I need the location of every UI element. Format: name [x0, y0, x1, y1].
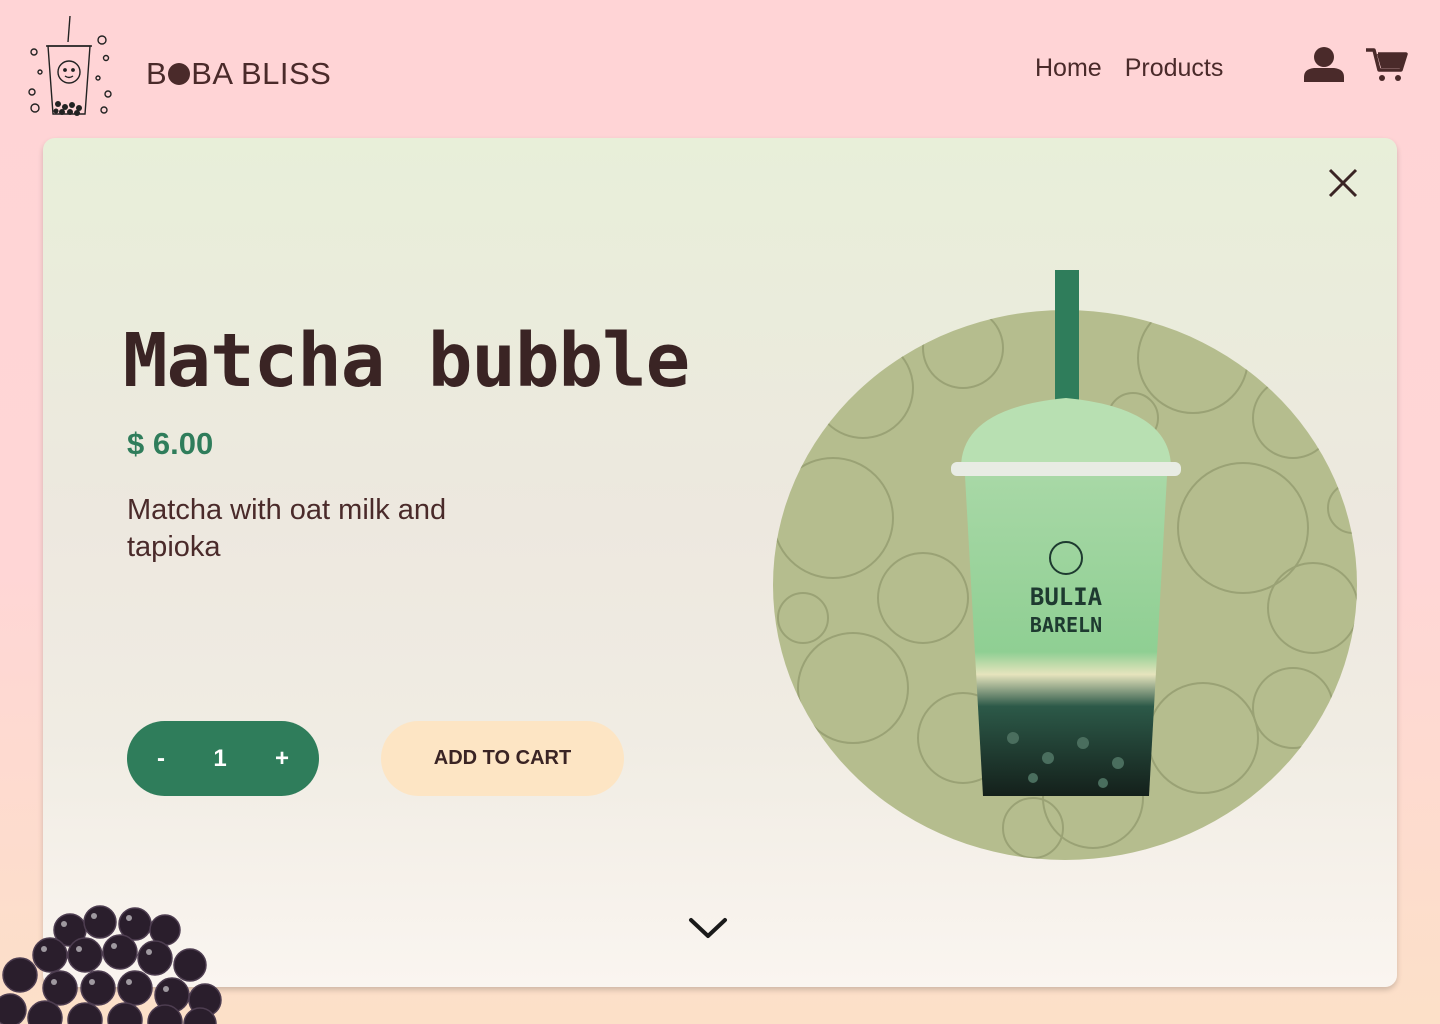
quantity-stepper: - 1 + — [127, 721, 319, 796]
close-icon[interactable] — [1326, 166, 1360, 200]
brand-suffix: BA BLISS — [191, 56, 332, 91]
cup-label-line2: BARELN — [1030, 613, 1102, 637]
main-nav: Home Products — [1035, 54, 1223, 83]
boba-cup-logo-icon — [28, 15, 112, 116]
brand-dot — [168, 63, 191, 85]
quantity-value: 1 — [213, 744, 227, 772]
add-to-cart-button[interactable]: ADD TO CART — [381, 721, 624, 796]
increment-button[interactable]: + — [275, 745, 289, 773]
cup-label-line1: BULIA — [1030, 583, 1103, 611]
cart-icon[interactable] — [1364, 44, 1408, 84]
product-image: BULIA BARELN — [773, 270, 1357, 860]
brand-name[interactable]: B BA BLISS — [146, 56, 331, 92]
nav-home-link[interactable]: Home — [1035, 54, 1102, 83]
nav-products-link[interactable]: Products — [1125, 54, 1224, 83]
product-card: Matcha bubble $ 6.00 Matcha with oat mil… — [43, 138, 1397, 987]
user-icon[interactable] — [1302, 44, 1346, 84]
decrement-button[interactable]: - — [157, 745, 165, 773]
chevron-down-icon[interactable] — [687, 914, 729, 942]
product-price: $ 6.00 — [127, 426, 214, 461]
product-title: Matcha bubble — [123, 318, 690, 404]
brand-prefix: B — [146, 56, 168, 91]
tapioca-pearls-decoration — [0, 905, 222, 1024]
product-description: Matcha with oat milk and tapioka — [127, 494, 447, 563]
